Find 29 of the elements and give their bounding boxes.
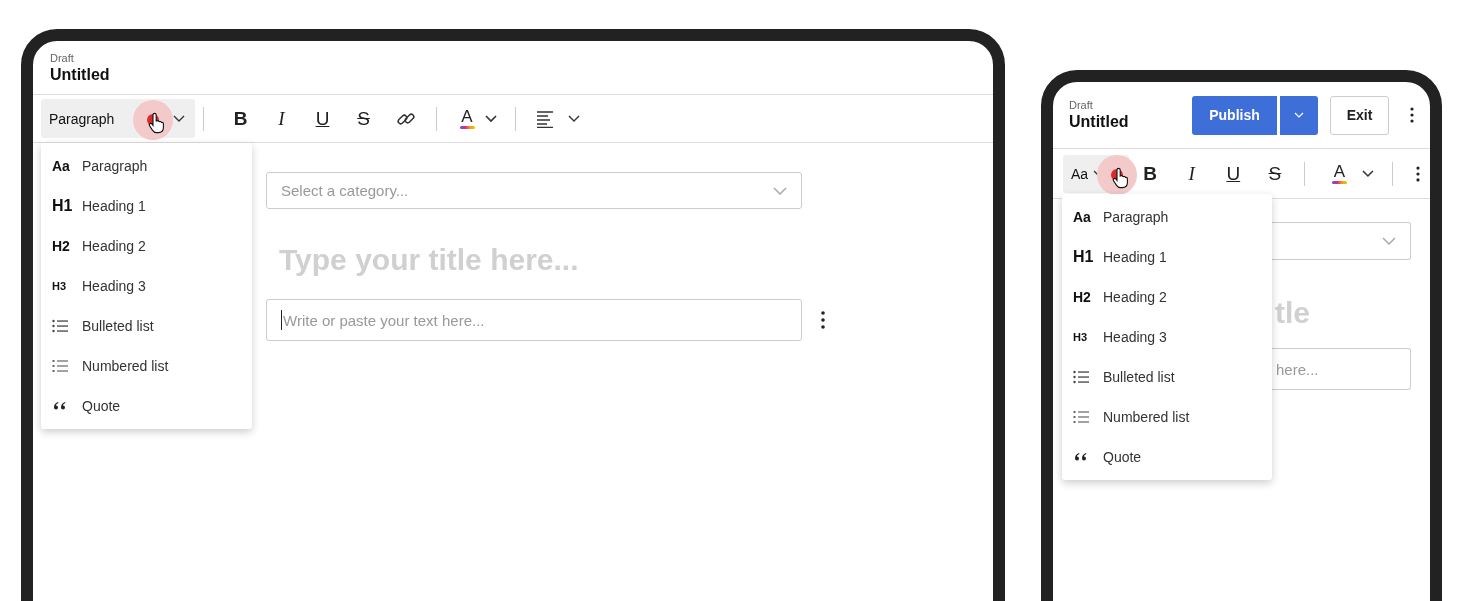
underline-button[interactable]: U [1212,155,1255,192]
menu-item[interactable]: Bulleted list [1062,357,1272,397]
menu-item[interactable]: H1 Heading 1 [1062,237,1272,277]
text-color-button[interactable]: A [1318,155,1361,192]
menu-item[interactable]: Aa Paragraph [41,146,252,186]
menu-item[interactable]: H1 Heading 1 [41,186,252,226]
menu-item[interactable]: Aa Paragraph [1062,197,1272,237]
bold-button[interactable]: B [220,100,261,137]
menu-item[interactable]: Numbered list [1062,397,1272,437]
publish-button[interactable]: Publish [1192,95,1277,135]
document-title: Untitled [50,64,110,85]
menu-item[interactable]: Quote [1062,437,1272,477]
text-color-button[interactable]: A [451,100,483,137]
exit-button[interactable]: Exit [1330,95,1389,135]
document-title: Untitled [1069,112,1129,132]
draft-status: Draft [50,50,75,65]
italic-button[interactable]: I [261,100,302,137]
menu-item[interactable]: H3 Heading 3 [1062,317,1272,357]
underline-button[interactable]: U [302,100,343,137]
menu-item[interactable]: H3 Heading 3 [41,266,252,306]
strike-button[interactable]: S [1254,155,1296,192]
draft-status: Draft [1069,98,1094,112]
menu-item[interactable]: Quote [41,386,252,426]
menu-item[interactable]: H2 Heading 2 [1062,277,1272,317]
strike-button[interactable]: S [343,100,384,137]
menu-item[interactable]: Bulleted list [41,306,252,346]
menu-item[interactable]: Numbered list [41,346,252,386]
menu-item[interactable]: H2 Heading 2 [41,226,252,266]
italic-button[interactable]: I [1170,155,1213,192]
